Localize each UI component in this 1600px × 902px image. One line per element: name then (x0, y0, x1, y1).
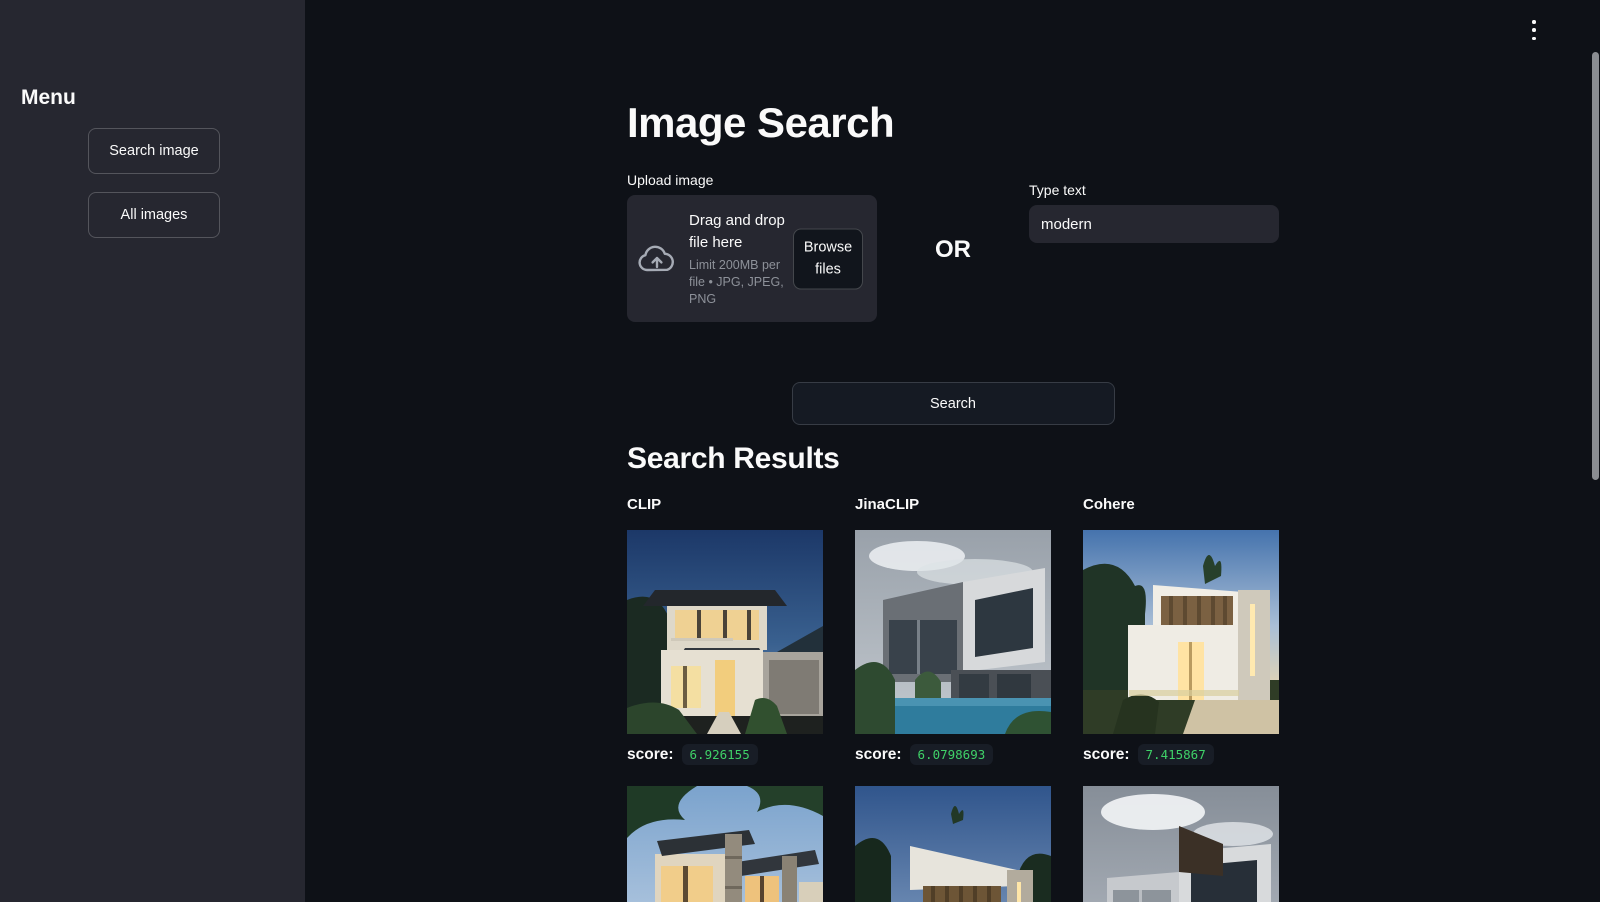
results-heading: Search Results (627, 442, 840, 476)
sidebar: Menu Search image All images (0, 0, 305, 902)
app-window: Menu Search image All images Image Searc… (0, 0, 1600, 902)
main-content: Image Search Upload image Drag and drop … (627, 0, 1279, 902)
or-column: OR (877, 172, 1029, 322)
score-value: 7.415867 (1137, 744, 1214, 766)
upload-cloud-icon (638, 245, 674, 272)
result-image (627, 530, 823, 735)
upload-limit-text: Limit 200MB per file • JPG, JPEG, PNG (689, 258, 784, 307)
text-column: Type text (1029, 182, 1279, 322)
page-title: Image Search (627, 99, 895, 146)
result-image (1083, 530, 1279, 735)
results-grid: CLIP score: 6.926155 JinaCLIP score: 6.0… (627, 496, 1279, 902)
result-column-cohere: Cohere score: 7.415867 (1083, 496, 1279, 902)
score-label: score: (855, 745, 902, 763)
search-form: Upload image Drag and drop file here Lim… (627, 172, 1279, 323)
result-column-jinaclip: JinaCLIP score: 6.0798693 (855, 496, 1051, 902)
query-text-input[interactable] (1029, 205, 1279, 244)
result-image (1083, 786, 1279, 902)
sidebar-button-all-images[interactable]: All images (88, 192, 220, 238)
browse-files-button[interactable]: Browse files (793, 228, 863, 290)
score-value: 6.0798693 (909, 744, 994, 766)
score-row: score: 7.415867 (1083, 742, 1279, 767)
search-button[interactable]: Search (791, 382, 1115, 426)
score-label: score: (1083, 745, 1130, 763)
score-row: score: 6.0798693 (855, 742, 1051, 767)
sidebar-button-search-image[interactable]: Search image (88, 128, 220, 174)
sidebar-title: Menu (21, 86, 76, 109)
file-dropzone[interactable]: Drag and drop file here Limit 200MB per … (627, 195, 877, 323)
upload-label: Upload image (627, 172, 714, 189)
result-column-clip: CLIP score: 6.926155 (627, 496, 823, 902)
score-label: score: (627, 745, 674, 763)
drag-drop-text: Drag and drop file here (689, 211, 785, 251)
more-menu-icon[interactable] (1527, 20, 1541, 40)
text-input-label: Type text (1029, 182, 1086, 199)
model-name: Cohere (1083, 496, 1135, 514)
dropzone-texts: Drag and drop file here Limit 200MB per … (689, 210, 785, 308)
scrollbar-thumb[interactable] (1592, 52, 1599, 480)
score-row: score: 6.926155 (627, 742, 823, 767)
result-image (855, 786, 1051, 902)
result-image (855, 530, 1051, 735)
model-name: CLIP (627, 496, 662, 514)
model-name: JinaCLIP (855, 496, 920, 514)
or-separator: OR (935, 236, 971, 264)
score-value: 6.926155 (681, 744, 758, 766)
upload-column: Upload image Drag and drop file here Lim… (627, 172, 877, 323)
result-image (627, 786, 823, 902)
